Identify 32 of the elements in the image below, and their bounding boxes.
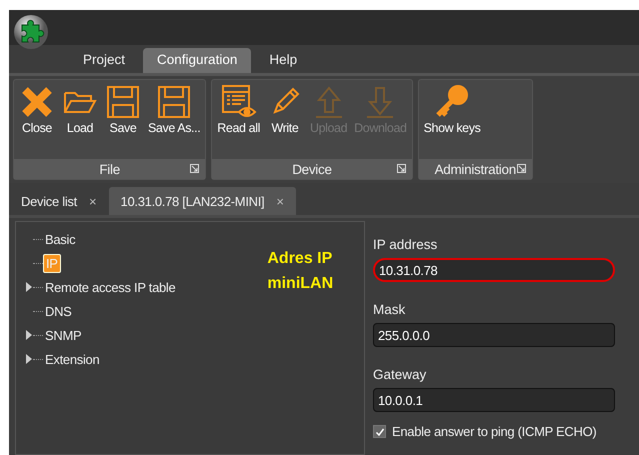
tree-item[interactable]: DNS (43, 302, 74, 320)
tree-item[interactable]: Basic (43, 230, 78, 248)
text-field[interactable]: 255.0.0.0 (373, 323, 615, 347)
menu-tab[interactable]: Help (255, 48, 312, 73)
field-label: IP address (373, 237, 438, 252)
group-label: File (99, 162, 120, 176)
ribbon-button[interactable]: Read all (214, 82, 263, 159)
document-tab[interactable]: 10.31.0.78 [LAN232-MINI] × (108, 187, 296, 215)
tab-label[interactable]: 10.31.0.78 [LAN232-MINI] (120, 194, 264, 208)
tree-item[interactable]: Extension (43, 350, 102, 368)
ribbon-button[interactable]: Close (16, 82, 58, 159)
close-tab-icon[interactable]: × (88, 194, 97, 208)
ribbon-button[interactable]: Write (264, 82, 306, 159)
group-label: Device (292, 162, 332, 176)
close-tab-icon[interactable]: × (276, 194, 284, 208)
text-field[interactable]: 10.0.0.1 (373, 388, 615, 412)
annotation-text: Adres IP miniLAN (267, 249, 334, 294)
menu-tab[interactable]: Configuration (143, 48, 252, 73)
checkbox-label[interactable]: Enable answer to ping (ICMP ECHO) (392, 424, 596, 439)
document-tab[interactable]: Device list × (9, 187, 109, 215)
tree-item[interactable]: Remote access IP table (43, 278, 178, 296)
group-label: Administration (434, 162, 516, 176)
text-field[interactable]: 10.31.0.78 (373, 258, 615, 282)
tree-item[interactable]: SNMP (43, 326, 84, 344)
menu-tab[interactable]: Project (69, 48, 140, 73)
tab-label[interactable]: Device list (21, 194, 77, 208)
field-label: Mask (373, 302, 406, 317)
field-label: Gateway (373, 367, 428, 382)
ribbon-button[interactable]: Show keys (420, 82, 484, 159)
ribbon-button[interactable]: Load (59, 82, 101, 159)
ribbon-button[interactable]: Save As... (145, 82, 204, 159)
ribbon-button[interactable]: Save (102, 82, 144, 159)
